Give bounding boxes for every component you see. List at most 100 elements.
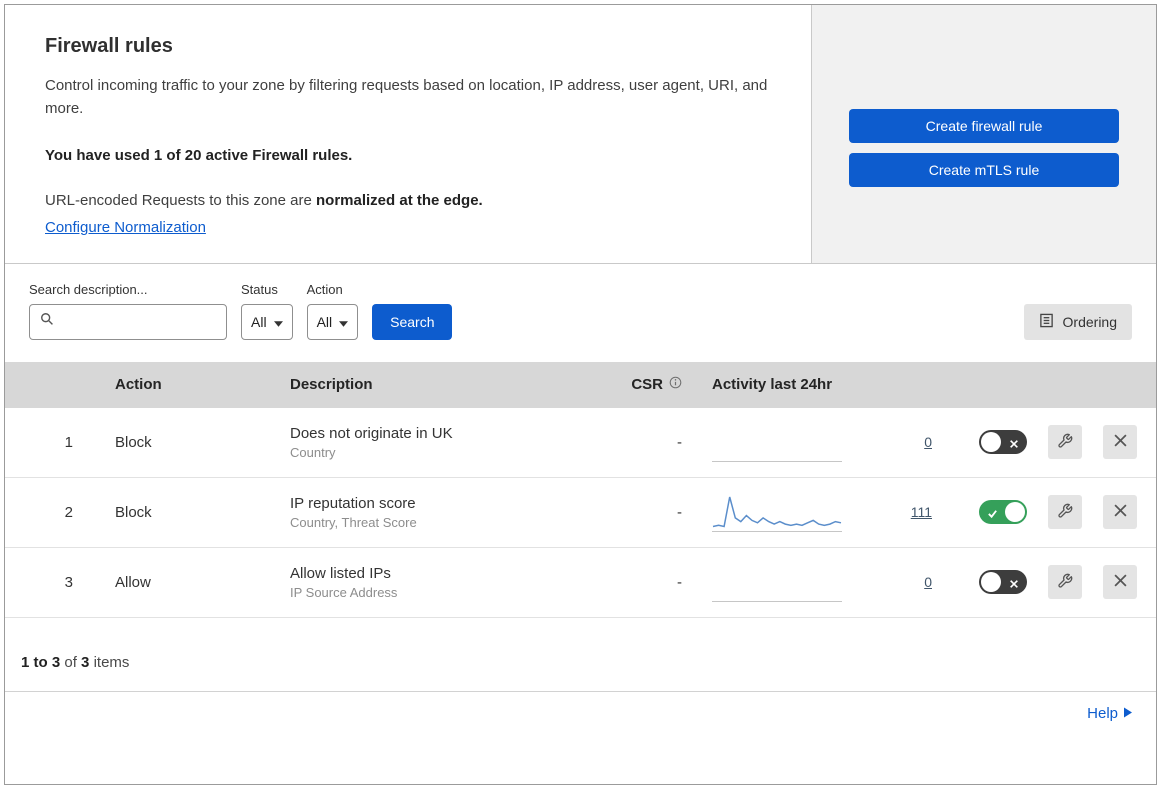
delete-rule-button[interactable] [1103,425,1137,459]
action-filter-label: Action [306,281,343,297]
rule-activity-cell: 0 [700,562,940,602]
toggle-off-x-icon [1009,436,1019,453]
search-group: Search description... [29,282,227,340]
rule-activity-cell: 111 [700,492,940,532]
action-filter-group: Action All [306,281,359,340]
usage-summary: You have used 1 of 20 active Firewall ru… [45,146,353,164]
toggle-off-x-icon [1009,576,1019,593]
rule-description-cell: Does not originate in UK Country [270,425,595,460]
table-row: 2 Block IP reputation score Country, Thr… [5,478,1156,548]
status-filter-value: All [251,313,267,330]
normalization-note-text: URL-encoded Requests to this zone are [45,191,316,209]
hero-section: Firewall rules Control incoming traffic … [5,5,1156,264]
status-filter-label: Status [241,281,278,297]
rule-enabled-toggle[interactable] [979,500,1027,524]
configure-normalization-link[interactable]: Configure Normalization [45,219,206,236]
page-title: Firewall rules [45,35,173,57]
rule-action: Block [115,433,152,451]
search-input-wrapper [29,303,227,340]
rule-enabled-toggle[interactable] [979,570,1027,594]
ordering-button-label: Ordering [1062,313,1117,330]
search-icon [40,312,54,331]
table-header-row: Action Description CSR Activity last 24h… [5,361,1156,408]
close-icon [1113,574,1127,590]
toggle-knob [981,432,1001,452]
pagination-items: items [93,653,130,671]
activity-sparkline [712,562,842,602]
rule-priority: 2 [64,503,73,521]
edit-rule-button[interactable] [1048,565,1082,599]
activity-count-link[interactable]: 111 [911,504,932,520]
help-bar: Help [5,692,1156,736]
close-icon [1113,434,1127,450]
wrench-icon [1057,433,1073,452]
edit-rule-button[interactable] [1048,425,1082,459]
rule-csr-value: - [677,503,682,521]
activity-count-link[interactable]: 0 [924,574,932,590]
ordering-list-icon [1039,313,1054,331]
help-link[interactable]: Help [1087,705,1132,722]
rule-action: Block [115,503,152,521]
close-icon [1113,504,1127,520]
chevron-right-icon [1124,705,1132,722]
create-firewall-rule-button[interactable]: Create firewall rule [849,109,1119,143]
rule-fields: IP Source Address [290,584,398,600]
page-description: Control incoming traffic to your zone by… [45,77,768,118]
ordering-button[interactable]: Ordering [1023,303,1132,340]
rule-description: Allow listed IPs [290,564,391,582]
search-button[interactable]: Search [372,303,453,340]
create-mtls-rule-button[interactable]: Create mTLS rule [849,153,1119,187]
rule-controls [940,565,1156,599]
filter-bar: Search description... Status All Action … [5,264,1156,362]
rule-priority: 1 [64,433,73,451]
rule-controls [940,425,1156,459]
rule-fields: Country [290,444,336,460]
action-filter-value: All [316,313,333,330]
status-filter-select[interactable]: All [241,303,293,340]
table-row: 1 Block Does not originate in UK Country… [5,408,1156,478]
rule-description-cell: Allow listed IPs IP Source Address [270,565,595,600]
pagination-range: 1 to 3 [21,653,61,671]
pagination-of: of [64,653,77,671]
pagination-summary: 1 to 3 of 3 items [5,618,1156,692]
rule-description: IP reputation score [290,494,416,512]
column-header-activity: Activity last 24hr [712,376,833,393]
wrench-icon [1057,573,1073,592]
rule-csr-value: - [677,433,682,451]
activity-sparkline [712,492,842,532]
toggle-knob [981,572,1001,592]
search-label: Search description... [29,281,148,297]
rule-controls [940,495,1156,529]
normalization-note: URL-encoded Requests to this zone are no… [45,192,771,209]
toggle-knob [1005,502,1025,522]
table-row: 3 Allow Allow listed IPs IP Source Addre… [5,548,1156,618]
column-header-csr: CSR [595,376,700,393]
firewall-rules-page: Firewall rules Control incoming traffic … [4,4,1157,785]
rule-description-cell: IP reputation score Country, Threat Scor… [270,495,595,530]
rule-priority: 3 [64,573,73,591]
status-filter-group: Status All [241,282,293,340]
delete-rule-button[interactable] [1103,495,1137,529]
rule-enabled-toggle[interactable] [979,430,1027,454]
activity-sparkline [712,422,842,462]
normalization-note-bold: normalized at the edge. [316,191,483,209]
toggle-on-check-icon [987,506,998,523]
delete-rule-button[interactable] [1103,565,1137,599]
column-header-action: Action [115,376,162,393]
activity-count-link[interactable]: 0 [924,434,932,450]
column-header-description: Description [290,376,373,393]
chevron-down-icon [339,314,349,330]
edit-rule-button[interactable] [1048,495,1082,529]
action-filter-select[interactable]: All [306,303,359,340]
search-input[interactable] [62,313,216,330]
rule-activity-cell: 0 [700,422,940,462]
chevron-down-icon [273,314,283,330]
wrench-icon [1057,503,1073,522]
info-icon[interactable] [669,376,682,393]
rule-description: Does not originate in UK [290,424,453,442]
rule-csr-value: - [677,573,682,591]
help-link-label: Help [1087,704,1118,722]
hero-actions-panel: Create firewall rule Create mTLS rule [812,5,1156,263]
column-header-csr-label: CSR [631,376,663,393]
pagination-total: 3 [81,653,90,671]
